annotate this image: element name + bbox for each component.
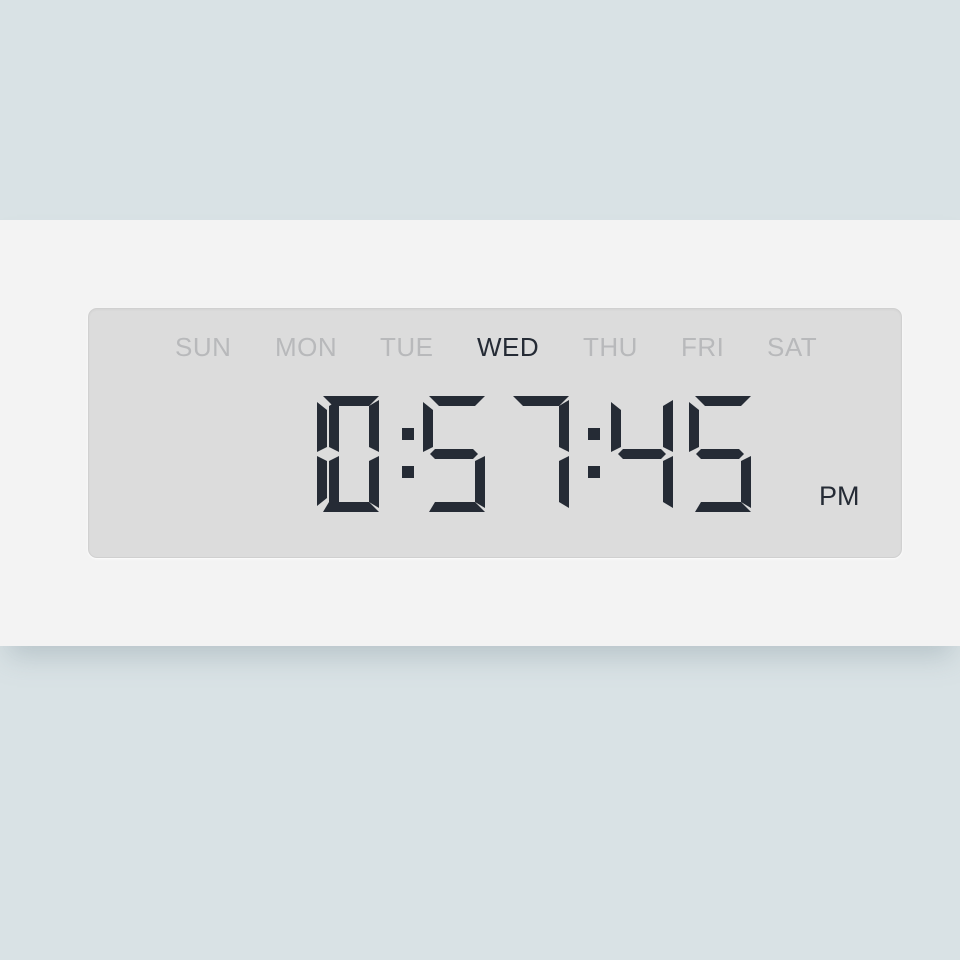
segment-e	[689, 456, 699, 506]
segment-f	[689, 402, 699, 452]
segment-b	[369, 400, 379, 452]
segment-c	[559, 456, 569, 508]
segment-a	[695, 396, 751, 406]
segment-f	[611, 402, 621, 452]
segment-b	[475, 400, 485, 452]
segment-e	[277, 456, 287, 506]
segment-b	[741, 400, 751, 452]
segment-b	[559, 400, 569, 452]
colon-1-dot-1	[402, 428, 414, 440]
segment-b	[663, 400, 673, 452]
digit-3	[423, 396, 485, 512]
segment-d	[513, 502, 569, 512]
segment-c	[741, 456, 751, 508]
segment-e	[611, 456, 621, 506]
segment-d	[695, 502, 751, 512]
colon-1-dot-2	[402, 466, 414, 478]
segment-a	[323, 396, 379, 406]
digit-6	[689, 396, 751, 512]
colon-2-dot-1	[588, 428, 600, 440]
segment-e	[317, 456, 327, 506]
segment-b	[329, 400, 339, 452]
segment-a	[513, 396, 569, 406]
segment-g	[618, 449, 666, 459]
segment-e	[507, 456, 517, 506]
segment-g	[430, 449, 478, 459]
segment-c	[475, 456, 485, 508]
digit-2	[317, 396, 379, 512]
segment-d	[617, 502, 673, 512]
segment-f	[317, 402, 327, 452]
segment-e	[423, 456, 433, 506]
segment-f	[277, 402, 287, 452]
digit-5	[611, 396, 673, 512]
time-digits-svg	[277, 396, 751, 512]
segment-g	[696, 449, 744, 459]
segment-f	[507, 402, 517, 452]
digit-4	[507, 396, 569, 512]
segment-a	[429, 396, 485, 406]
meridiem-indicator: PM	[819, 481, 860, 511]
segment-g	[514, 449, 562, 459]
segment-d	[429, 502, 485, 512]
colon-2-dot-2	[588, 466, 600, 478]
segment-c	[369, 456, 379, 508]
segment-a	[617, 396, 673, 406]
segment-d	[323, 502, 379, 512]
lcd-display: SUN MON TUE WED THU FRI SAT PM	[88, 308, 902, 558]
segment-g	[324, 449, 372, 459]
segment-c	[663, 456, 673, 508]
seven-segment-time	[89, 309, 901, 557]
segment-c	[329, 456, 339, 508]
segment-f	[423, 402, 433, 452]
